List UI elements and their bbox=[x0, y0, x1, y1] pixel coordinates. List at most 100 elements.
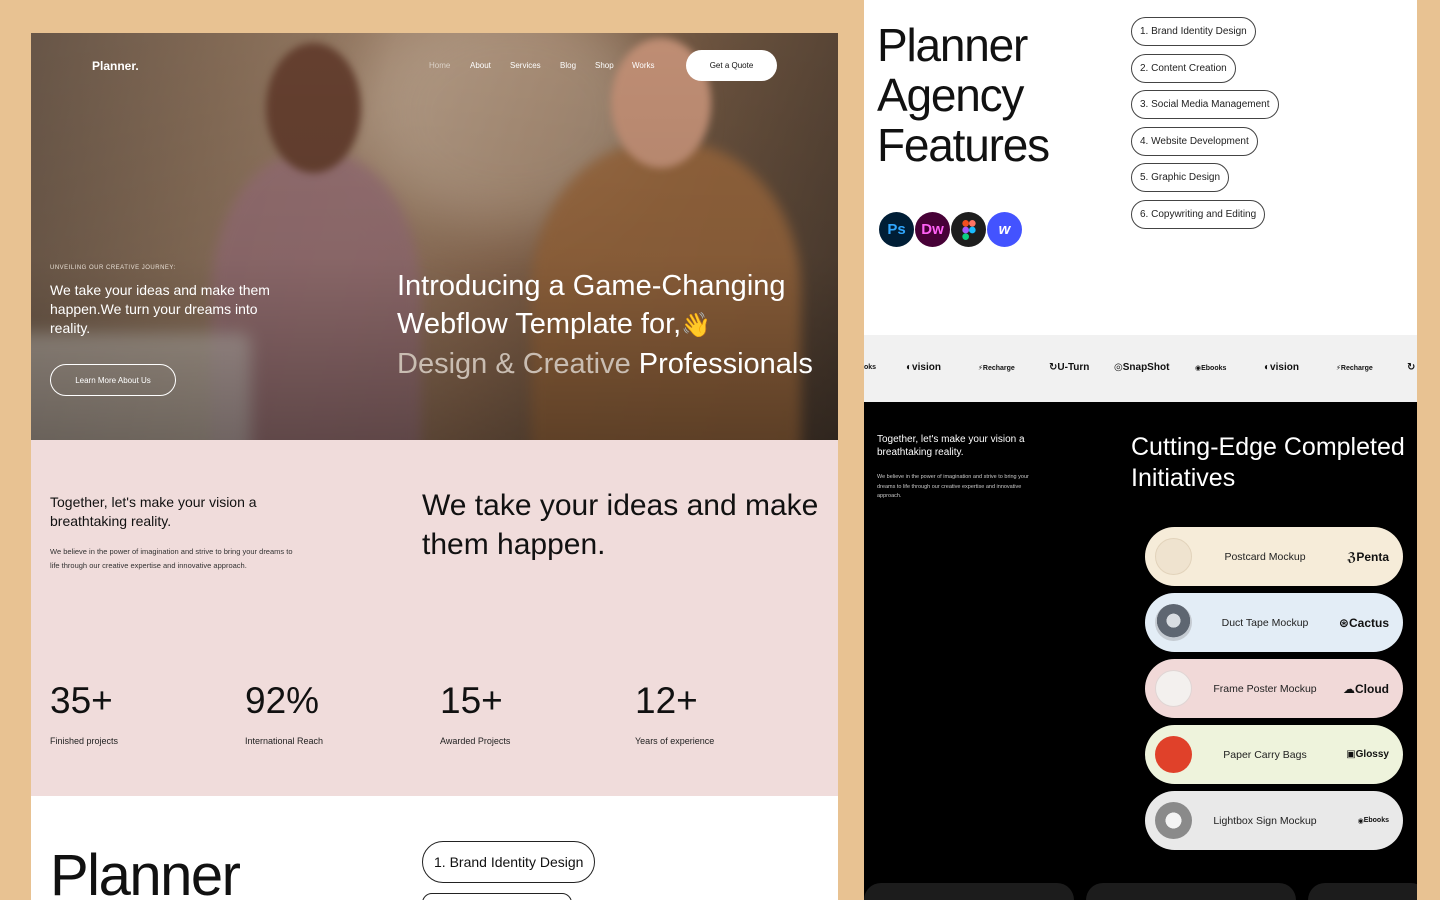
brand-logo-snapshot: ◎SnapShot bbox=[1114, 362, 1170, 373]
project-card-lightbox[interactable]: Lightbox Sign Mockup ◉ Ebooks bbox=[1145, 791, 1403, 850]
features-heading: Planner Agency Features bbox=[877, 20, 1107, 170]
project-brand: ▣ Glossy bbox=[1346, 725, 1389, 784]
project-card-duct-tape[interactable]: Duct Tape Mockup ⊛ Cactus bbox=[1145, 593, 1403, 652]
glossy-icon: ▣ bbox=[1346, 749, 1356, 760]
hero-title-line-1: Introducing a Game-Changing bbox=[397, 270, 786, 302]
service-pill[interactable]: 1. Brand Identity Design bbox=[422, 841, 596, 883]
project-name: Postcard Mockup bbox=[1224, 550, 1306, 563]
features-section-preview: Planner 1. Brand Identity Design bbox=[31, 796, 838, 900]
brand-name: Ebooks bbox=[1201, 365, 1227, 372]
project-card-postcard[interactable]: Postcard Mockup ℨ Penta bbox=[1145, 527, 1403, 586]
project-name: Paper Carry Bags bbox=[1223, 748, 1307, 761]
stat-value: 92% bbox=[245, 680, 320, 721]
brand-logo-vision: ◐vision bbox=[906, 362, 941, 373]
learn-more-button[interactable]: Learn More About Us bbox=[50, 364, 176, 396]
stat-value: 12+ bbox=[635, 680, 698, 721]
service-pill-social-media[interactable]: 3. Social Media Management bbox=[1131, 90, 1279, 119]
marquee-pill-partial bbox=[864, 883, 1074, 900]
webflow-icon: w bbox=[987, 212, 1022, 247]
penta-icon: ℨ bbox=[1347, 549, 1357, 564]
service-pill-website-development[interactable]: 4. Website Development bbox=[1131, 127, 1258, 156]
project-thumbnail bbox=[1155, 736, 1192, 773]
intro-headline: We take your ideas and make them happen. bbox=[422, 489, 819, 561]
nav-link-works[interactable]: Works bbox=[632, 61, 655, 70]
landing-page-preview-secondary: Planner Agency Features Ps Dw w 1. Brand… bbox=[864, 0, 1417, 900]
project-brand: ℨ Penta bbox=[1347, 527, 1389, 586]
project-name: Duct Tape Mockup bbox=[1221, 616, 1309, 629]
brand-logo-ebooks: ◉Ebooks bbox=[1195, 365, 1227, 372]
intro-description: We believe in the power of imagination a… bbox=[50, 547, 293, 570]
features-heading-line: Planner bbox=[877, 19, 1028, 71]
project-brand-name: Cactus bbox=[1348, 615, 1389, 630]
service-pill-partial[interactable] bbox=[422, 893, 572, 900]
brand-name: Recharge bbox=[982, 365, 1015, 372]
brand-logo-uturn-partial: ↻ bbox=[1407, 362, 1416, 373]
cactus-icon: ⊛ bbox=[1338, 615, 1349, 630]
stat-label: International Reach bbox=[245, 736, 324, 746]
tool-icons: Ps Dw w bbox=[879, 212, 1023, 247]
project-brand-name: Penta bbox=[1356, 549, 1389, 564]
marquee-pill-partial bbox=[1086, 883, 1296, 900]
project-thumbnail bbox=[1155, 604, 1192, 641]
nav-link-shop[interactable]: Shop bbox=[595, 61, 614, 70]
brand-logo-ebooks: oks bbox=[864, 364, 877, 371]
hero-title-line-2: Webflow Template for,👋 bbox=[397, 305, 827, 345]
features-heading-line: Agency bbox=[877, 69, 1024, 121]
hero-title-muted: Design & Creative bbox=[397, 348, 631, 380]
hero-title: Introducing a Game-Changing Webflow Temp… bbox=[397, 267, 827, 383]
cloud-icon: ☁ bbox=[1343, 681, 1355, 696]
project-thumbnail bbox=[1155, 538, 1192, 575]
initiatives-description: We believe in the power of imagination a… bbox=[877, 474, 1029, 499]
figma-logo-shape bbox=[961, 219, 976, 240]
project-brand: ⊛ Cactus bbox=[1339, 593, 1389, 652]
features-heading-line: Features bbox=[877, 119, 1050, 171]
stat-label: Finished projects bbox=[50, 736, 119, 746]
stat-finished-projects: 35+ Finished projects bbox=[50, 680, 220, 746]
project-card-frame-poster[interactable]: Frame Poster Mockup ☁ Cloud bbox=[1145, 659, 1403, 718]
stat-value: 35+ bbox=[50, 680, 113, 721]
service-pill-brand-identity[interactable]: 1. Brand Identity Design bbox=[1131, 17, 1256, 46]
brand-name: SnapShot bbox=[1122, 362, 1170, 373]
project-brand-name: Glossy bbox=[1355, 749, 1389, 760]
get-quote-button[interactable]: Get a Quote bbox=[686, 50, 777, 81]
nav-link-about[interactable]: About bbox=[470, 61, 491, 70]
hero-kicker: UNVEILING OUR CREATIVE JOURNEY: bbox=[50, 265, 176, 271]
nav-link-services[interactable]: Services bbox=[510, 61, 541, 70]
project-brand-name: Ebooks bbox=[1363, 817, 1389, 824]
brand-name: vision bbox=[912, 362, 941, 373]
brand-logo[interactable]: Planner. bbox=[92, 59, 139, 73]
initiatives-title: Cutting-Edge Completed Initiatives bbox=[1131, 433, 1405, 492]
hero-lead-text: We take your ideas and make them happen.… bbox=[50, 282, 270, 336]
brand-logo-recharge: ⚡Recharge bbox=[1336, 365, 1373, 372]
stat-awarded-projects: 15+ Awarded Projects bbox=[440, 680, 610, 746]
stat-international-reach: 92% International Reach bbox=[245, 680, 415, 746]
project-card-paper-bags[interactable]: Paper Carry Bags ▣ Glossy bbox=[1145, 725, 1403, 784]
brand-logo-strip: oks ◐vision ⚡Recharge ↻U-Turn ◎SnapShot … bbox=[864, 335, 1417, 402]
brand-name: Recharge bbox=[1340, 365, 1373, 372]
waving-hand-icon: 👋 bbox=[681, 312, 712, 339]
brand-logo-recharge: ⚡Recharge bbox=[978, 365, 1015, 372]
hero-title-line-3: Design & Creative Professionals bbox=[397, 345, 827, 383]
intro-section: Together, let's make your vision a breat… bbox=[31, 440, 838, 796]
project-name: Frame Poster Mockup bbox=[1213, 682, 1317, 695]
initiatives-lead: Together, let's make your vision a breat… bbox=[877, 434, 1025, 458]
stat-label: Years of experience bbox=[635, 736, 715, 746]
agency-features-section: Planner Agency Features Ps Dw w 1. Brand… bbox=[864, 0, 1417, 335]
stat-label: Awarded Projects bbox=[440, 736, 511, 746]
dreamweaver-icon: Dw bbox=[915, 212, 950, 247]
nav-link-home[interactable]: Home bbox=[429, 61, 450, 70]
top-navigation: Planner. Home About Services Blog Shop W… bbox=[31, 33, 838, 99]
project-brand: ☁ Cloud bbox=[1343, 659, 1389, 718]
nav-link-blog[interactable]: Blog bbox=[560, 61, 576, 70]
project-brand: ◉ Ebooks bbox=[1358, 791, 1389, 850]
marquee-pill-partial bbox=[1308, 883, 1417, 900]
project-brand-name: Cloud bbox=[1355, 681, 1389, 696]
hero-title-line-2-text: Webflow Template for, bbox=[397, 308, 682, 340]
service-pill-copywriting[interactable]: 6. Copywriting and Editing bbox=[1131, 200, 1266, 229]
completed-initiatives-section: Together, let's make your vision a breat… bbox=[864, 402, 1417, 900]
hero-title-end: Professionals bbox=[638, 348, 813, 380]
service-pill-content-creation[interactable]: 2. Content Creation bbox=[1131, 54, 1236, 83]
brand-logo-vision: ◐vision bbox=[1264, 362, 1299, 373]
intro-lead: Together, let's make your vision a breat… bbox=[50, 494, 257, 529]
service-pill-graphic-design[interactable]: 5. Graphic Design bbox=[1131, 163, 1230, 192]
